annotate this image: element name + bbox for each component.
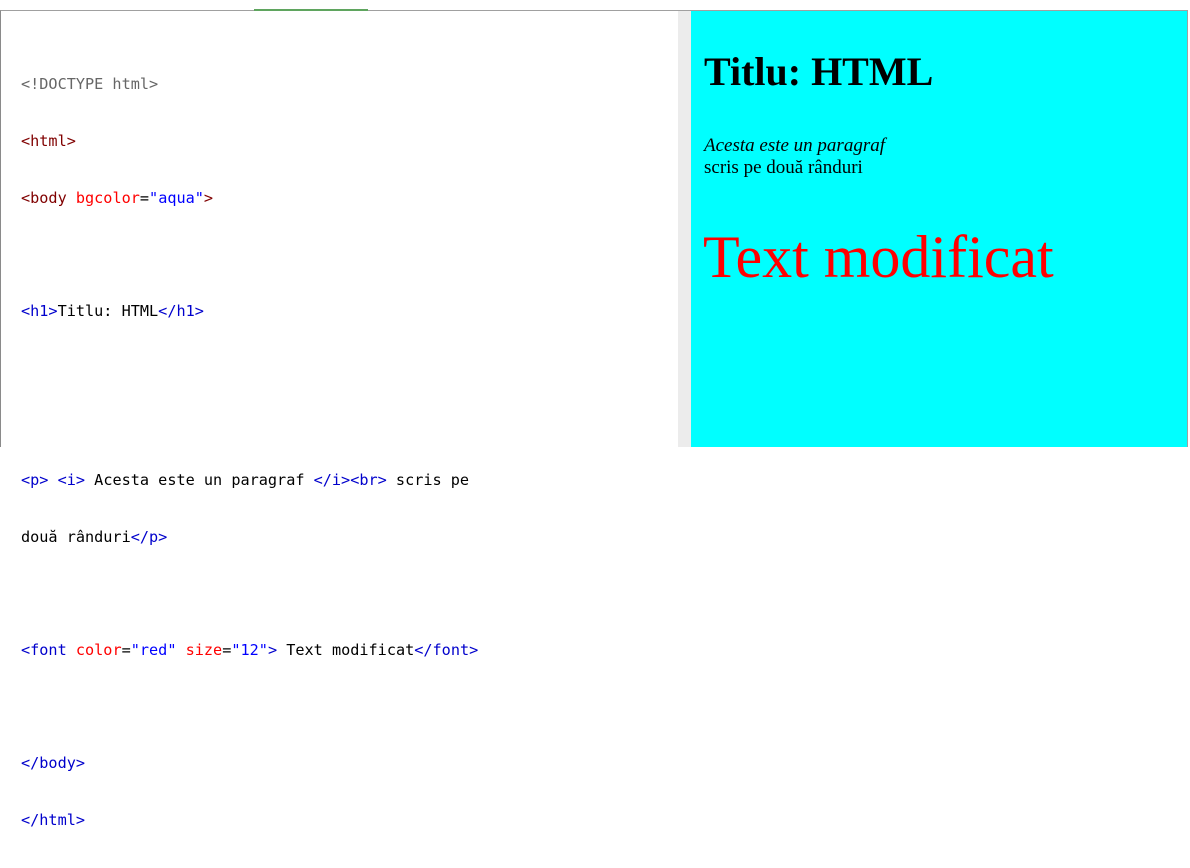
h1-code-text: Titlu: HTML <box>57 302 159 320</box>
preview-paragraph-rest: scris pe două rânduri <box>704 157 863 178</box>
html-close-tag: </html> <box>21 811 86 829</box>
bgcolor-value: "aqua" <box>149 189 204 207</box>
color-attr: color <box>75 641 122 659</box>
font-close-tag: </font> <box>414 641 479 659</box>
code-line-body-close: </body> <box>21 754 478 773</box>
i-open-tag: <i> <box>57 471 86 489</box>
code-line-p-2: două rânduri</p> <box>21 528 478 547</box>
preview-paragraph-italic: Acesta este un paragraf <box>704 135 886 156</box>
p-open-tag: <p> <box>21 471 49 489</box>
preview-paragraph: Acesta este un paragraf scris pe două rân… <box>704 135 885 179</box>
p-close-tag: </p> <box>130 528 168 546</box>
code-line-html-open: <html> <box>21 132 478 151</box>
code-line-h1: <h1>Titlu: HTML</h1> <box>21 302 478 321</box>
p-code-text-1: Acesta este un paragraf <box>85 471 314 489</box>
code-editor[interactable]: <!DOCTYPE html> <html> <body bgcolor="aq… <box>1 11 678 829</box>
preview-modified-text: Text modificat <box>703 224 1054 290</box>
font-open-tag: <font <box>21 641 67 659</box>
i-close-tag: </i> <box>313 471 351 489</box>
bgcolor-attr: bgcolor <box>75 189 140 207</box>
code-line-p-1: <p> <i> Acesta este un paragraf </i><br>… <box>21 471 478 490</box>
code-line-body-open: <body bgcolor="aqua"> <box>21 189 214 207</box>
size-attr: size <box>185 641 223 659</box>
color-value: "red" <box>130 641 177 659</box>
render-preview: Titlu: HTML Acesta este un paragraf scris… <box>691 11 1187 447</box>
doctype-token: <!DOCTYPE html> <box>21 75 159 93</box>
preview-heading: Titlu: HTML <box>704 49 934 94</box>
code-content[interactable]: <!DOCTYPE html> <html> <body bgcolor="aq… <box>21 37 478 868</box>
p-code-text-2: scris pe <box>386 471 470 489</box>
code-line-font: <font color="red" size="12"> Text modifi… <box>21 641 479 659</box>
h1-open-tag: <h1> <box>21 302 58 320</box>
body-open-tag: <body <box>21 189 67 207</box>
p-code-text-3: două rânduri <box>21 528 131 546</box>
font-code-text: Text modificat <box>277 641 415 659</box>
br-tag: <br> <box>350 471 387 489</box>
code-line-html-close: </html> <box>21 811 478 830</box>
body-close-tag: </body> <box>21 754 86 772</box>
h1-close-tag: </h1> <box>158 302 204 320</box>
code-line-doctype: <!DOCTYPE html> <box>21 75 478 94</box>
html-open-tag: <html> <box>21 132 76 150</box>
pane-splitter[interactable] <box>678 11 691 447</box>
size-value: "12" <box>231 641 268 659</box>
